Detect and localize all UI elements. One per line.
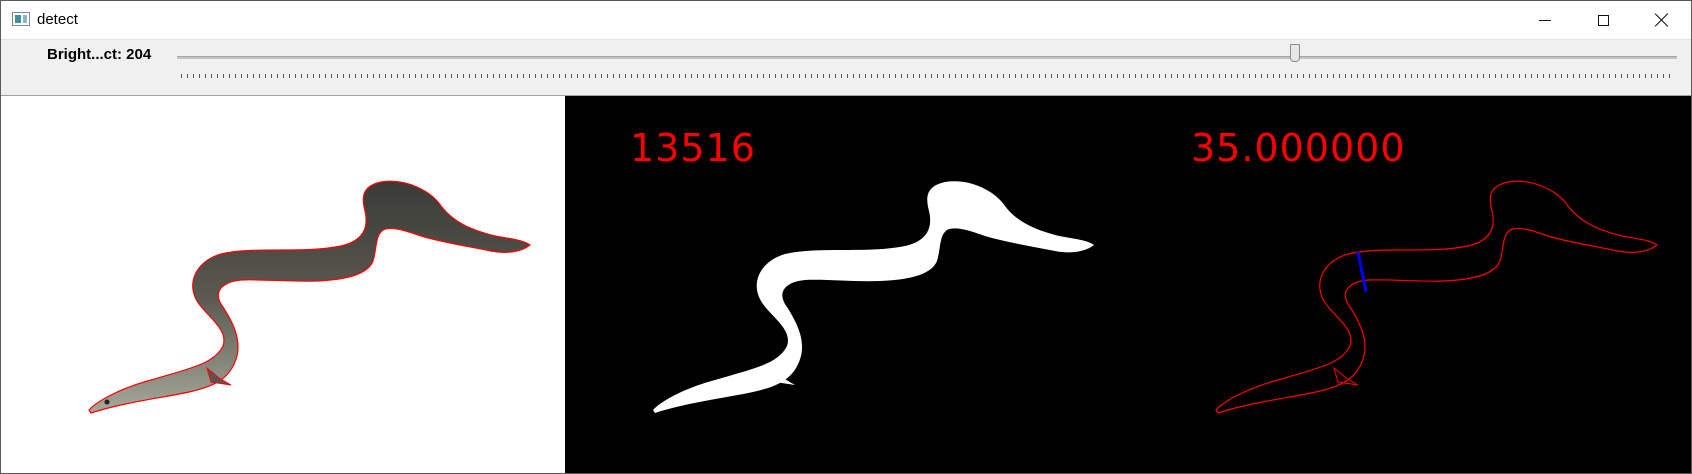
contour-panel: 35.000000 xyxy=(1128,96,1691,473)
image-canvas: 13516 35.000000 xyxy=(1,96,1691,473)
binary-mask-panel: 13516 xyxy=(565,96,1128,473)
window-title: detect xyxy=(37,11,78,28)
close-icon xyxy=(1655,13,1669,27)
trackbar-area: Bright...ct: 204 xyxy=(1,40,1691,96)
slider-ticks xyxy=(181,74,1671,78)
maximize-button[interactable] xyxy=(1574,1,1632,39)
slider-track[interactable] xyxy=(177,56,1677,59)
original-image-panel xyxy=(1,96,565,473)
detect-window: detect Bright...ct: 204 13516 35.000000 xyxy=(0,0,1692,474)
title-bar[interactable]: detect xyxy=(1,1,1691,40)
app-window-icon xyxy=(12,12,30,26)
close-button[interactable] xyxy=(1633,1,1691,39)
minimize-icon xyxy=(1539,19,1551,21)
width-measure-line xyxy=(1356,251,1368,293)
slider-thumb[interactable] xyxy=(1289,44,1300,62)
trackbar-label: Bright...ct: 204 xyxy=(47,46,152,63)
eel-mask xyxy=(653,181,1094,413)
eel-photo xyxy=(88,180,532,414)
eel-contour xyxy=(1215,180,1659,414)
maximize-icon xyxy=(1597,14,1609,26)
minimize-button[interactable] xyxy=(1516,1,1574,39)
